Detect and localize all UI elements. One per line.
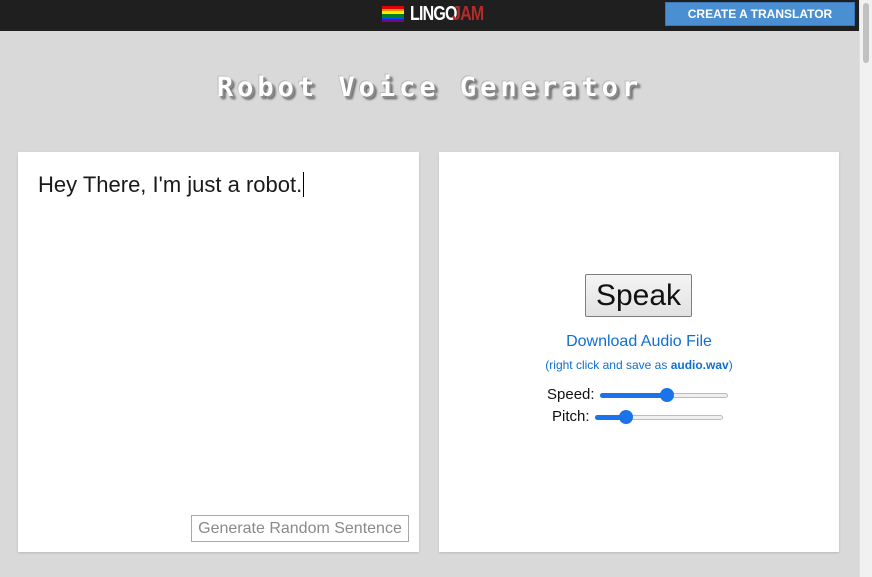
slider-thumb[interactable]	[618, 409, 633, 424]
top-bar: LINGO JAM CREATE A TRANSLATOR	[0, 0, 859, 31]
download-note-prefix: (right click and save as	[545, 358, 671, 372]
text-caret	[303, 172, 305, 197]
slider-fill	[599, 392, 667, 398]
page-title: Robot Voice Generator	[216, 72, 643, 103]
download-note-suffix: )	[728, 358, 733, 372]
page-scrollbar[interactable]	[859, 0, 872, 577]
pitch-label: Pitch:	[552, 408, 590, 425]
logo-text-jam: JAM	[452, 2, 484, 25]
input-panel: Hey There, I'm just a robot. Generate Ra…	[18, 152, 419, 552]
generate-random-sentence-button[interactable]: Generate Random Sentence	[191, 515, 409, 542]
flag-stripe	[382, 19, 404, 23]
scrollbar-thumb[interactable]	[863, 3, 869, 63]
create-translator-button[interactable]: CREATE A TRANSLATOR	[665, 2, 855, 26]
speed-control: Speed:	[547, 386, 728, 403]
rainbow-flag-icon	[382, 6, 404, 23]
lingojam-logo[interactable]: LINGO JAM	[382, 3, 492, 25]
output-panel: Speak Download Audio File (right click a…	[439, 152, 839, 552]
download-note-filename: audio.wav	[670, 358, 729, 372]
download-audio-link[interactable]: Download Audio File	[439, 333, 839, 351]
download-note: (right click and save as audio.wav)	[439, 358, 839, 372]
logo-text-lingo: LINGO	[410, 2, 457, 25]
speed-label: Speed:	[547, 386, 595, 403]
pitch-slider[interactable]	[594, 409, 723, 425]
pitch-control: Pitch:	[552, 408, 723, 425]
input-text: Hey There, I'm just a robot.	[38, 172, 303, 197]
text-input[interactable]: Hey There, I'm just a robot.	[38, 172, 398, 472]
speed-slider[interactable]	[599, 387, 728, 403]
speak-button[interactable]: Speak	[585, 274, 692, 317]
slider-thumb[interactable]	[659, 387, 674, 402]
